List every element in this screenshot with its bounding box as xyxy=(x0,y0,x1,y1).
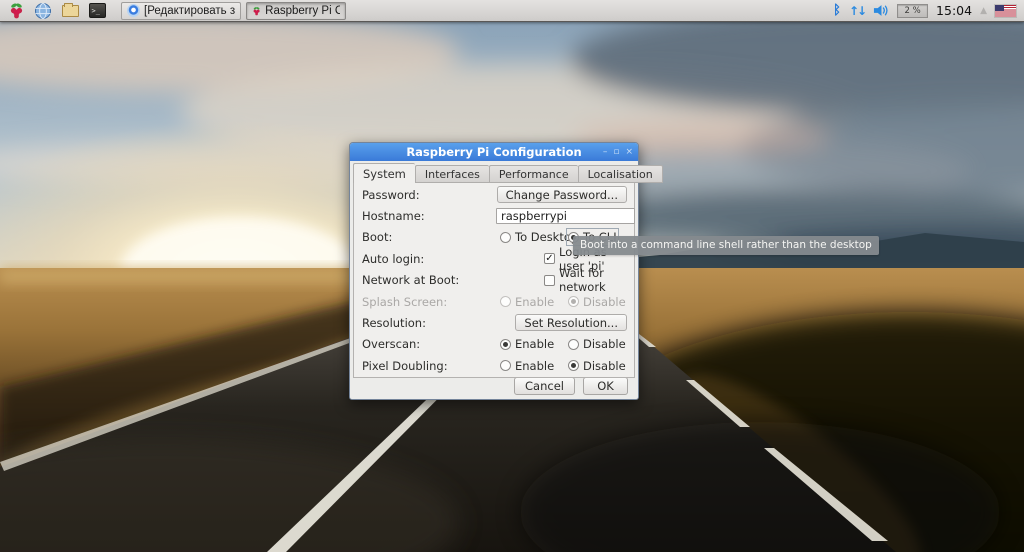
desktop-wallpaper: Raspberry Pi Configuration – ▫ × System … xyxy=(0,22,1024,552)
radio-disabled-selected-icon xyxy=(568,296,579,308)
overscan-disable-radio[interactable]: Disable xyxy=(568,337,626,351)
tooltip: Boot into a command line shell rather th… xyxy=(573,236,879,255)
row-splash-screen: Splash Screen: Enable Disable xyxy=(354,291,634,312)
boot-to-desktop-radio[interactable]: To Desktop xyxy=(500,230,578,244)
cpu-usage-value: 2 % xyxy=(904,5,921,16)
row-hostname: Hostname: xyxy=(354,205,635,226)
splash-disable-radio: Disable xyxy=(568,295,626,309)
ok-button[interactable]: OK xyxy=(583,377,628,395)
dialog-actions: Cancel OK xyxy=(514,377,628,395)
cancel-button[interactable]: Cancel xyxy=(514,377,575,395)
file-manager-folder-icon[interactable] xyxy=(59,1,81,21)
row-pixel-doubling: Pixel Doubling: Enable Disable xyxy=(354,355,634,376)
row-resolution: Resolution: Set Resolution... xyxy=(354,312,634,333)
chromium-icon xyxy=(127,4,140,17)
row-password: Password: Change Password... xyxy=(354,184,634,205)
window-controls: – ▫ × xyxy=(603,143,633,161)
radio-selected-icon xyxy=(500,338,511,350)
auto-login-label: Auto login: xyxy=(362,251,425,266)
rpi-config-dialog: Raspberry Pi Configuration – ▫ × System … xyxy=(349,142,663,400)
radio-disabled-icon xyxy=(500,296,511,308)
dialog-title: Raspberry Pi Configuration xyxy=(406,145,582,159)
terminal-prompt-icon: >_ xyxy=(88,3,106,18)
folder-icon xyxy=(61,2,79,17)
maximize-icon[interactable]: ▫ xyxy=(613,147,619,157)
hostname-label: Hostname: xyxy=(362,209,425,224)
taskbar-window-label: [Редактировать з... xyxy=(144,4,235,17)
menu-raspberry-icon[interactable] xyxy=(5,1,27,21)
radio-icon xyxy=(500,360,511,372)
web-browser-globe-icon[interactable] xyxy=(32,1,54,21)
taskbar-window-rpi-config[interactable]: Raspberry Pi Confi... xyxy=(246,1,346,20)
row-overscan: Overscan: Enable Disable xyxy=(354,334,634,355)
tab-performance[interactable]: Performance xyxy=(488,165,578,183)
overscan-enable-radio[interactable]: Enable xyxy=(500,337,554,351)
tab-system[interactable]: System xyxy=(353,163,415,183)
pixel-doubling-disable-radio[interactable]: Disable xyxy=(568,359,626,373)
resolution-label: Resolution: xyxy=(362,316,426,331)
row-network-at-boot: Network at Boot: Wait for network xyxy=(354,266,634,294)
screen: >_ [Редактировать з... Raspberry Pi Conf… xyxy=(0,0,1024,552)
pixel-doubling-label: Pixel Doubling: xyxy=(362,358,448,373)
change-password-button[interactable]: Change Password... xyxy=(496,186,627,203)
system-tray: ᛒ ↑↓ 2 % 15:04 ▲ xyxy=(833,3,1019,18)
taskbar: >_ [Редактировать з... Raspberry Pi Conf… xyxy=(0,0,1024,22)
bluetooth-icon[interactable]: ᛒ xyxy=(833,4,841,17)
radio-icon xyxy=(568,338,579,350)
raspberry-icon xyxy=(253,6,260,15)
tab-content-system: Password: Change Password... Hostname: B… xyxy=(353,182,635,378)
terminal-icon[interactable]: >_ xyxy=(86,1,108,21)
overscan-label: Overscan: xyxy=(362,337,421,352)
splash-screen-label: Splash Screen: xyxy=(362,294,448,309)
tab-strip: System Interfaces Performance Localisati… xyxy=(353,163,663,183)
tab-localisation[interactable]: Localisation xyxy=(577,165,663,183)
splash-enable-radio: Enable xyxy=(500,295,554,309)
globe-icon xyxy=(35,2,51,19)
taskbar-window-label: Raspberry Pi Confi... xyxy=(265,4,340,17)
clock[interactable]: 15:04 xyxy=(936,3,972,18)
network-updown-arrows-icon[interactable]: ↑↓ xyxy=(849,5,867,17)
eject-icon[interactable]: ▲ xyxy=(980,6,987,16)
network-at-boot-label: Network at Boot: xyxy=(362,273,460,288)
close-icon[interactable]: × xyxy=(625,147,633,157)
minimize-icon[interactable]: – xyxy=(603,147,608,157)
volume-speaker-icon[interactable] xyxy=(873,4,889,17)
radio-icon xyxy=(500,231,511,243)
pixel-doubling-enable-radio[interactable]: Enable xyxy=(500,359,554,373)
raspberry-logo-icon xyxy=(10,3,22,19)
hostname-input[interactable] xyxy=(496,207,635,224)
password-label: Password: xyxy=(362,187,420,202)
boot-label: Boot: xyxy=(362,230,393,245)
tab-interfaces[interactable]: Interfaces xyxy=(414,165,489,183)
keyboard-layout-us-flag-icon[interactable] xyxy=(994,3,1017,18)
checkbox-checked-icon xyxy=(544,253,555,265)
checkbox-icon xyxy=(544,274,555,286)
radio-selected-icon xyxy=(568,360,579,372)
cpu-usage-monitor[interactable]: 2 % xyxy=(897,3,929,18)
set-resolution-button[interactable]: Set Resolution... xyxy=(515,314,627,332)
dialog-titlebar[interactable]: Raspberry Pi Configuration – ▫ × xyxy=(350,143,638,161)
taskbar-window-browser-editor[interactable]: [Редактировать з... xyxy=(121,1,241,20)
